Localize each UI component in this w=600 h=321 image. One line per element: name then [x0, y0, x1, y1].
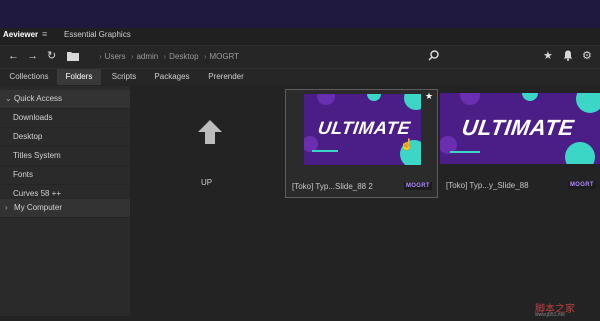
sidebar-item-label: Fonts [13, 170, 34, 179]
mogrt-card-selected[interactable]: ULTIMATE ☝ ★ [Toko] Typ...Slide_88 2 MOG… [285, 89, 438, 198]
navigation-bar: ← → ↻ › Users › admin › Desktop › MOGRT ★ ⚙ [0, 46, 600, 69]
quick-access-header[interactable]: ⌄ Quick Access [0, 90, 130, 109]
tab-bar: Collections Folders Scripts Packages Pre… [0, 69, 600, 85]
panel-tab-aeviewer[interactable]: Aeviewer [3, 30, 38, 39]
panel-tab-essential-graphics[interactable]: Essential Graphics [64, 30, 131, 39]
cursor-icon: ☝ [400, 139, 414, 151]
breadcrumb-admin[interactable]: admin [136, 52, 158, 61]
watermark-url: www.jb51.net [535, 312, 565, 318]
tab-prerender[interactable]: Prerender [202, 69, 250, 85]
chevron-down-icon: ⌄ [5, 94, 12, 103]
card-thumbnail: ULTIMATE [440, 93, 600, 164]
thumbnail-title: ULTIMATE [460, 115, 576, 140]
content-area: UP ULTIMATE ☝ ★ [Toko] Typ...Slide_88 2 … [131, 86, 600, 316]
tab-folders[interactable]: Folders [57, 69, 101, 85]
sidebar-item-label: Downloads [13, 113, 53, 122]
my-computer-header[interactable]: › My Computer [0, 199, 130, 218]
bell-icon[interactable] [563, 50, 573, 64]
card-name: [Toko] Typ...y_Slide_88 [446, 181, 529, 190]
thumbnail-title: ULTIMATE [316, 118, 412, 138]
mogrt-badge: MOGRT [568, 181, 596, 189]
sidebar-item-fonts[interactable]: Fonts [0, 166, 130, 185]
tab-scripts[interactable]: Scripts [105, 69, 143, 85]
arrow-right-icon[interactable]: → [27, 50, 38, 62]
panel-bar: Aeviewer ≡ Essential Graphics [0, 28, 600, 46]
sidebar-item-titles-system[interactable]: Titles System [0, 147, 130, 166]
gear-icon[interactable]: ⚙ [582, 50, 592, 62]
quick-access-label: Quick Access [14, 94, 63, 103]
search-icon[interactable] [428, 50, 439, 64]
card-thumbnail: ULTIMATE ☝ [304, 94, 421, 165]
mogrt-card[interactable]: ULTIMATE [Toko] Typ...y_Slide_88 MOGRT [440, 89, 600, 196]
chevron-right-icon: › [5, 203, 8, 212]
favorite-star-icon[interactable]: ★ [425, 91, 433, 102]
tab-collections[interactable]: Collections [4, 69, 54, 85]
arrow-left-icon[interactable]: ← [8, 50, 19, 62]
refresh-icon[interactable]: ↻ [47, 50, 56, 62]
tab-packages[interactable]: Packages [148, 69, 196, 85]
app-window: Aeviewer ≡ Essential Graphics ← → ↻ › Use… [0, 0, 600, 321]
up-arrow-icon[interactable] [197, 119, 223, 145]
sidebar-item-label: Desktop [13, 132, 43, 141]
breadcrumb-mogrt[interactable]: MOGRT [209, 52, 239, 61]
star-icon[interactable]: ★ [543, 50, 553, 62]
sidebar-item-downloads[interactable]: Downloads [0, 109, 130, 128]
sidebar-item-label: Titles System [13, 151, 61, 160]
sidebar: ⌄ Quick Access Downloads Desktop Titles … [0, 86, 130, 316]
breadcrumb-desktop[interactable]: Desktop [169, 52, 198, 61]
breadcrumb-users[interactable]: Users [105, 52, 126, 61]
my-computer-label: My Computer [14, 203, 63, 212]
folder-icon[interactable] [67, 51, 79, 64]
title-bar [0, 0, 600, 28]
hamburger-icon[interactable]: ≡ [42, 29, 47, 39]
up-label: UP [201, 178, 213, 187]
breadcrumb: › Users › admin › Desktop › MOGRT [99, 52, 240, 61]
mogrt-badge: MOGRT [404, 182, 432, 190]
card-name: [Toko] Typ...Slide_88 2 [292, 182, 373, 191]
sidebar-item-desktop[interactable]: Desktop [0, 128, 130, 147]
